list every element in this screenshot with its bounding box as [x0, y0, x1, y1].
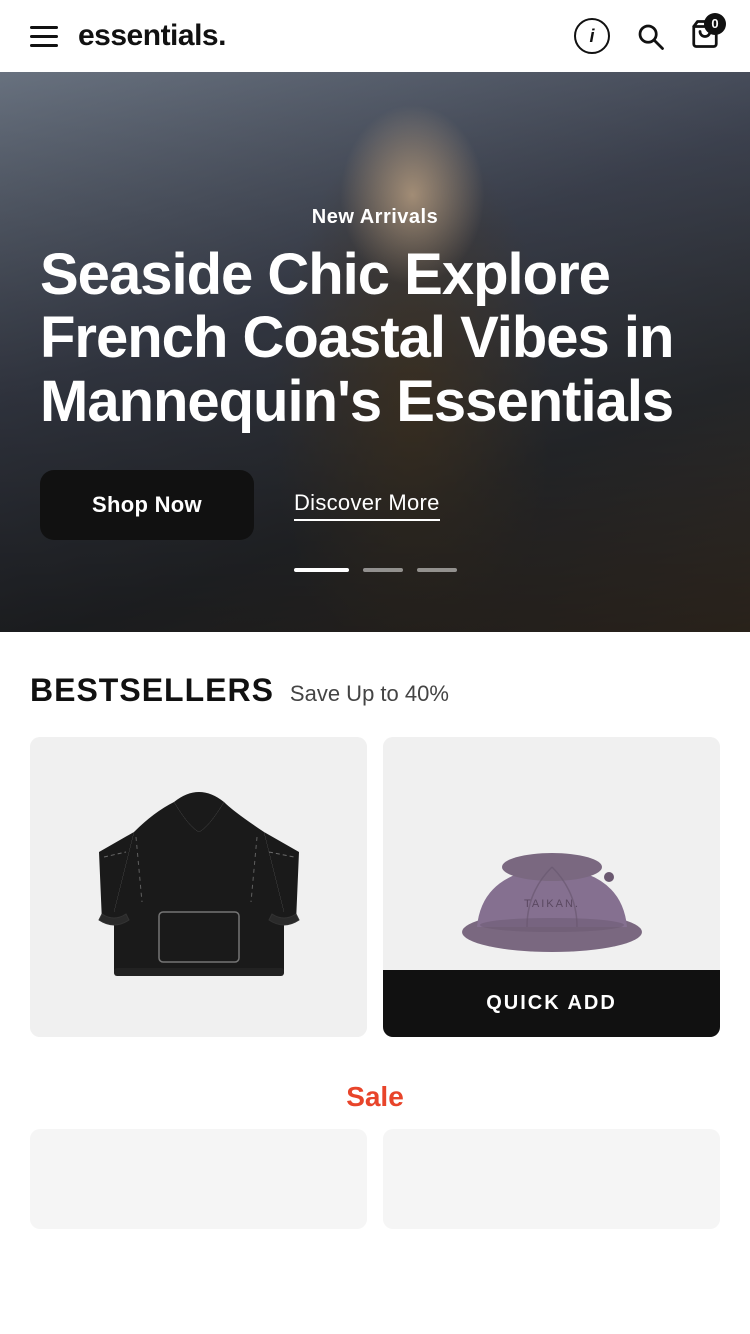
sale-section: Sale: [0, 1057, 750, 1239]
shop-now-button[interactable]: Shop Now: [40, 470, 254, 540]
hero-carousel-dots: [40, 568, 710, 572]
hamburger-menu-icon[interactable]: [30, 26, 58, 47]
sale-products-row: [30, 1129, 720, 1229]
hero-dot-1[interactable]: [294, 568, 349, 572]
hat-svg: TAIKAN.: [447, 817, 657, 957]
hero-subtitle: New Arrivals: [40, 206, 710, 229]
header-left: essentials.: [30, 19, 226, 53]
header: essentials. i 0: [0, 0, 750, 72]
hero-content: New Arrivals Seaside Chic Explore French…: [0, 206, 750, 632]
quick-add-button[interactable]: QUICK ADD: [383, 970, 720, 1037]
sale-product-card-2[interactable]: [383, 1129, 720, 1229]
bestsellers-subtitle: Save Up to 40%: [290, 681, 449, 707]
bestsellers-section: BESTSELLERS Save Up to 40%: [0, 632, 750, 1057]
product-card-hat[interactable]: TAIKAN. QUICK ADD: [383, 737, 720, 1037]
hero-title: Seaside Chic Explore French Coastal Vibe…: [40, 243, 710, 434]
brand-name: essentials.: [78, 19, 226, 53]
search-icon[interactable]: [632, 18, 668, 54]
product-image-hoodie: [30, 737, 367, 1037]
product-grid: TAIKAN. QUICK ADD: [30, 737, 720, 1037]
bestsellers-title: BESTSELLERS: [30, 672, 274, 709]
hero-dot-2[interactable]: [363, 568, 403, 572]
header-right: i 0: [574, 18, 720, 54]
hoodie-svg: [94, 772, 304, 1002]
hero-banner: New Arrivals Seaside Chic Explore French…: [0, 72, 750, 632]
discover-more-button[interactable]: Discover More: [294, 490, 440, 521]
bestsellers-header: BESTSELLERS Save Up to 40%: [30, 672, 720, 709]
svg-text:TAIKAN.: TAIKAN.: [524, 898, 580, 910]
cart-badge: 0: [704, 13, 726, 35]
cart-icon[interactable]: 0: [690, 19, 720, 54]
info-icon[interactable]: i: [574, 18, 610, 54]
hero-buttons: Shop Now Discover More: [40, 470, 710, 540]
hero-dot-3[interactable]: [417, 568, 457, 572]
sale-label: Sale: [30, 1081, 720, 1113]
sale-product-card-1[interactable]: [30, 1129, 367, 1229]
product-card-hoodie[interactable]: [30, 737, 367, 1037]
